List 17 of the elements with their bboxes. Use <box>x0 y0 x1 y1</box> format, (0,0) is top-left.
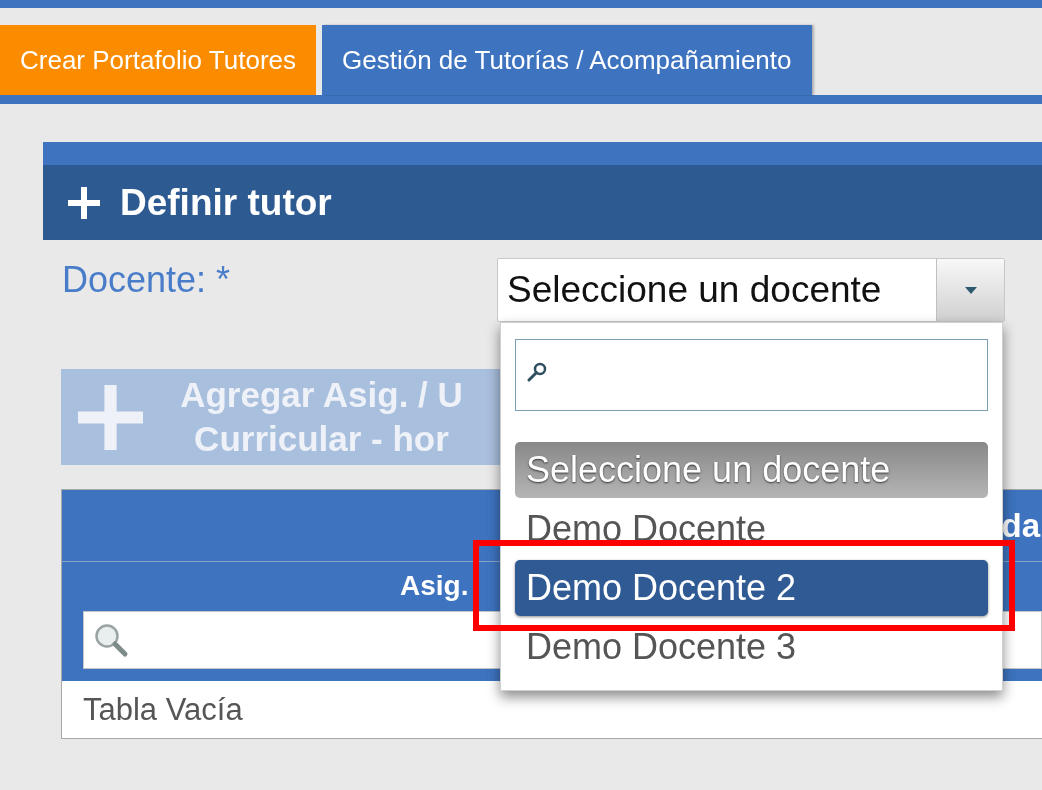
search-field[interactable] <box>515 339 988 411</box>
dropdown-option[interactable]: Demo Docente 3 <box>515 619 988 675</box>
panel-title: Definir tutor <box>120 181 332 224</box>
docente-select[interactable]: Seleccione un docente <box>497 258 1005 322</box>
empty-message: Tabla Vacía <box>82 690 244 729</box>
field-label: Docente: * <box>62 258 232 300</box>
column-header: Asig. <box>400 570 469 602</box>
tab[interactable]: Gestión de Tutorías / Acompañamiento <box>322 25 812 95</box>
caret-icon <box>964 286 977 294</box>
search-icon <box>93 622 129 658</box>
search-icon <box>527 361 548 382</box>
table-title: da <box>1001 506 1040 545</box>
plus-icon <box>78 384 143 450</box>
plus-icon <box>68 186 100 219</box>
dropdown-toggle[interactable] <box>936 259 1004 321</box>
dropdown-option[interactable]: Demo Docente 2 <box>515 560 988 616</box>
dropdown-option[interactable]: Demo Docente <box>515 501 988 557</box>
